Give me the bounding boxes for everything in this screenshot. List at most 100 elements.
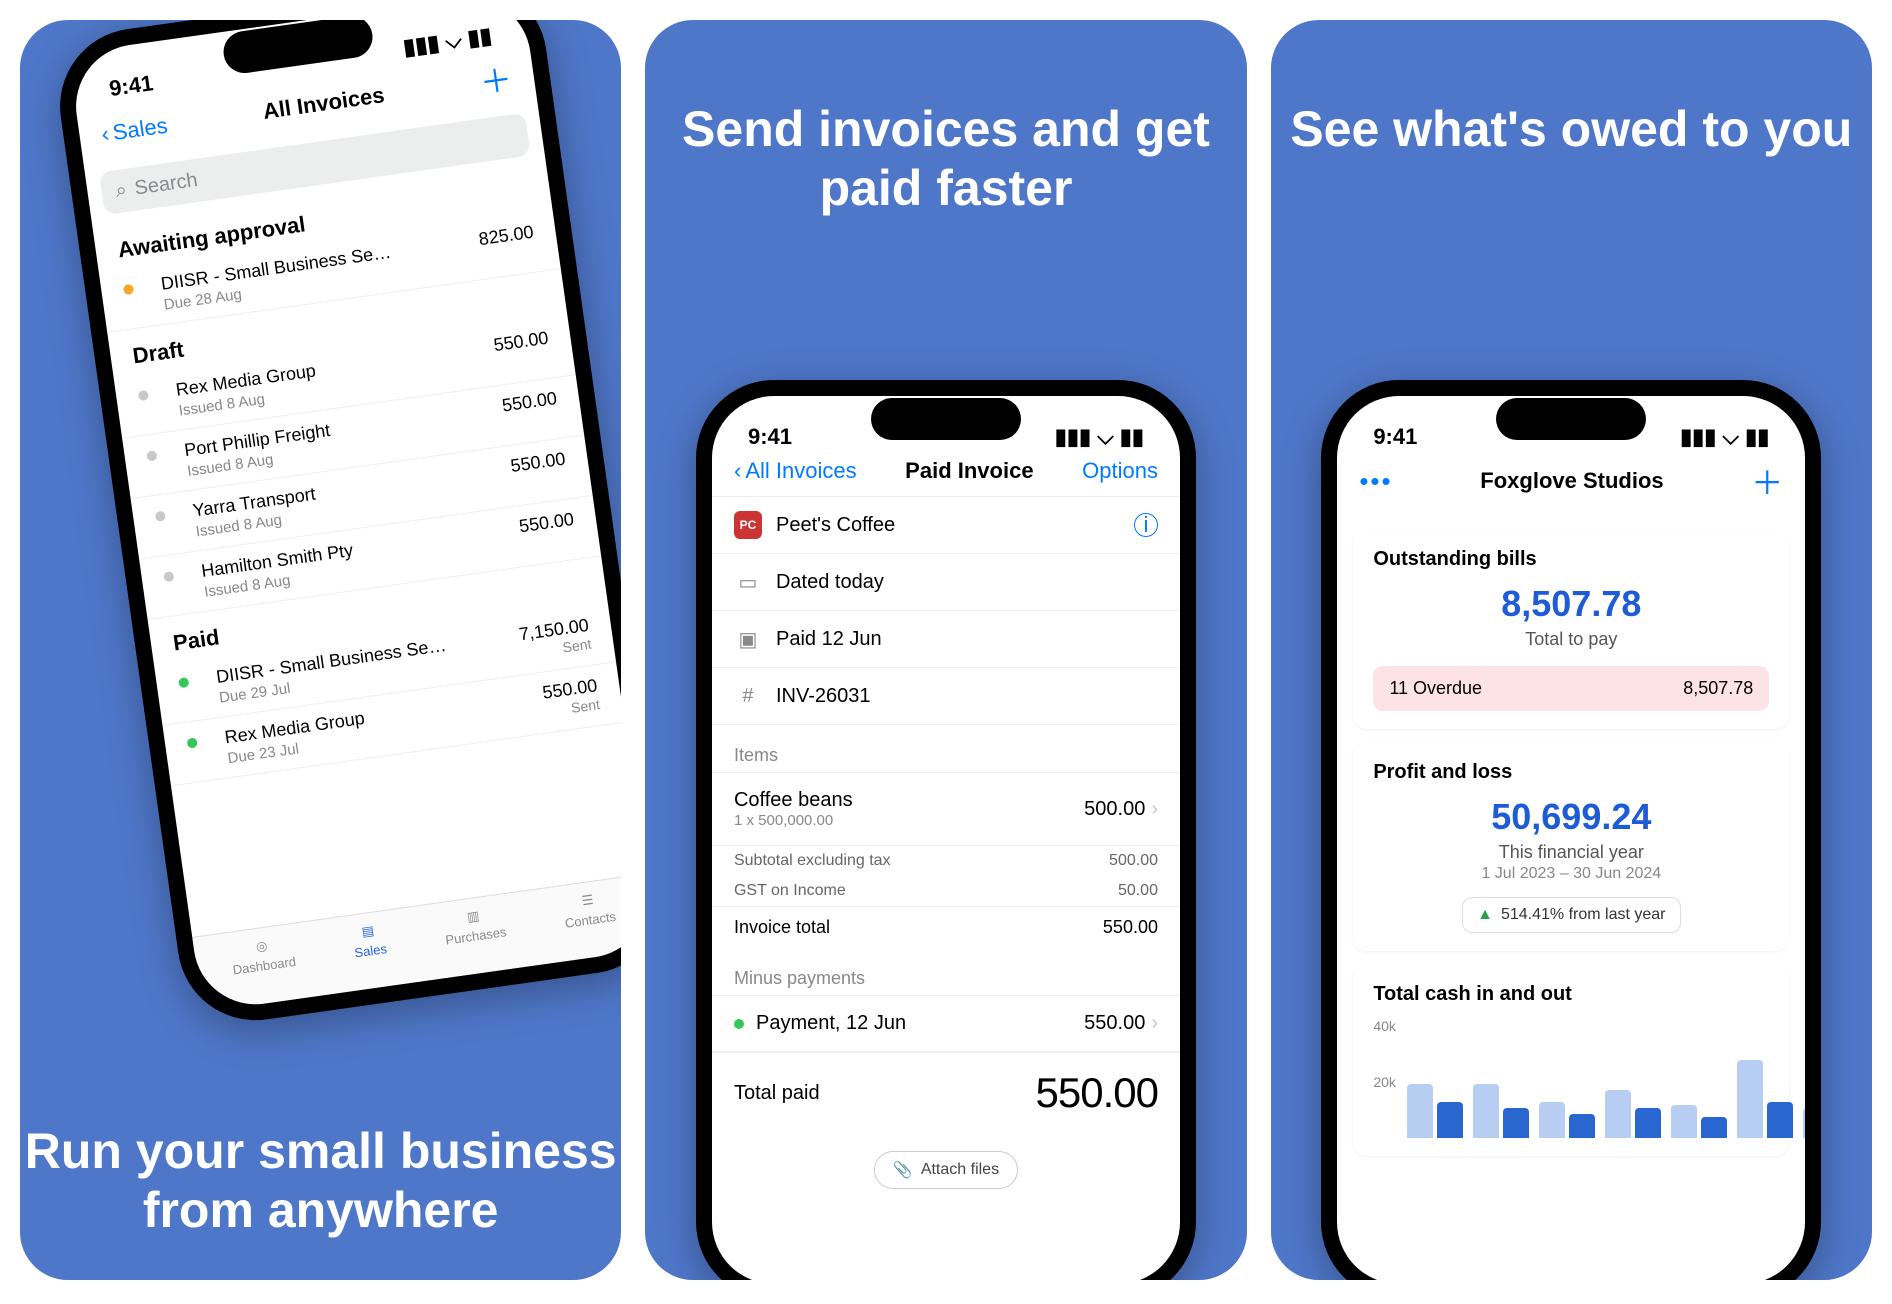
tab-purchases[interactable]: ▥ Purchases	[442, 904, 508, 947]
promo-panel-2: Send invoices and get paid faster 9:41 ▮…	[645, 20, 1246, 1280]
bar-cash-out	[1635, 1108, 1661, 1138]
pl-period: 1 Jul 2023 – 30 Jun 2024	[1373, 865, 1769, 883]
document-icon: ▤	[361, 923, 375, 941]
bar-group	[1671, 1105, 1727, 1138]
invoice-total-value: 550.00	[1103, 917, 1158, 938]
page-title: All Invoices	[261, 82, 386, 125]
overdue-label: 11 Overdue	[1389, 678, 1482, 699]
org-name: Foxglove Studios	[1480, 468, 1663, 494]
bar-cash-out	[1701, 1117, 1727, 1138]
cash-bar-chart: 40k 20k	[1373, 1018, 1769, 1138]
attach-files-button[interactable]: 📎 Attach files	[874, 1151, 1018, 1189]
tab-dashboard[interactable]: ◎ Dashboard	[229, 934, 297, 978]
paperclip-icon: 📎	[893, 1160, 913, 1180]
bills-sub: Total to pay	[1373, 629, 1769, 650]
bills-amount: 8,507.78	[1373, 583, 1769, 625]
chevron-left-icon: ‹	[100, 121, 111, 148]
calendar-check-icon: ▣	[734, 625, 762, 653]
pl-amount: 50,699.24	[1373, 796, 1769, 838]
gst-label: GST on Income	[734, 882, 846, 900]
outstanding-bills-card[interactable]: Outstanding bills 8,507.78 Total to pay …	[1353, 530, 1789, 729]
contacts-icon: ☰	[581, 892, 595, 909]
item-name: Coffee beans	[734, 789, 853, 812]
total-paid-value: 550.00	[1036, 1069, 1158, 1117]
wifi-icon: ⌵	[443, 27, 463, 55]
phone-frame: 9:41 ▮▮▮ ⌵ ▮▮ ‹ All Invoices Paid Invoic…	[696, 380, 1196, 1280]
axis-tick-40: 40k	[1373, 1018, 1396, 1034]
status-dot-icon	[178, 677, 189, 688]
chevron-left-icon: ‹	[734, 458, 741, 484]
paid-date-row[interactable]: ▣ Paid 12 Jun	[712, 611, 1180, 668]
cash-card[interactable]: Total cash in and out 40k 20k	[1353, 965, 1789, 1156]
phone-frame: 9:41 ▮▮▮ ⌵ ▮▮ ‹ Sales All Invoices ＋ ⌕ S…	[50, 20, 621, 1030]
item-amount: 500.00	[1084, 798, 1145, 821]
payment-row[interactable]: Payment, 12 Jun 550.00 ›	[712, 995, 1180, 1052]
items-label: Items	[712, 725, 1180, 772]
status-dot-icon	[187, 737, 198, 748]
bar-cash-in	[1671, 1105, 1697, 1138]
invoice-amount: 550.00	[492, 328, 549, 356]
status-dot-icon	[123, 284, 134, 295]
calendar-icon: ▭	[734, 568, 762, 596]
delta-badge: ▲ 514.41% from last year	[1462, 897, 1680, 933]
search-icon: ⌕	[114, 179, 128, 203]
bar-cash-out	[1569, 1114, 1595, 1138]
item-sub: 1 x 500,000.00	[734, 812, 853, 829]
tab-label: Purchases	[444, 924, 507, 947]
bar-group	[1407, 1084, 1463, 1138]
invoice-number-row[interactable]: # INV-26031	[712, 668, 1180, 725]
bar-cash-out	[1503, 1108, 1529, 1138]
overdue-row[interactable]: 11 Overdue 8,507.78	[1373, 666, 1769, 711]
status-dot-icon	[138, 390, 149, 401]
status-dot-icon	[734, 1019, 744, 1029]
tab-label: Sales	[354, 941, 388, 960]
status-icons: ▮▮▮ ⌵ ▮▮	[1055, 424, 1144, 450]
line-item-row[interactable]: Coffee beans 1 x 500,000.00 500.00 ›	[712, 772, 1180, 846]
status-dot-icon	[155, 511, 166, 522]
info-icon[interactable]: i	[1134, 513, 1158, 537]
dated-label: Dated today	[776, 571, 884, 594]
more-button[interactable]: •••	[1359, 466, 1392, 497]
bar-cash-in	[1407, 1084, 1433, 1138]
phone-notch	[871, 398, 1021, 440]
chevron-right-icon: ›	[1151, 798, 1158, 821]
status-time: 9:41	[1373, 424, 1417, 450]
subtotal-label: Subtotal excluding tax	[734, 852, 891, 870]
options-button[interactable]: Options	[1082, 458, 1158, 484]
add-button[interactable]: ＋	[477, 54, 515, 104]
contact-row[interactable]: PC Peet's Coffee i	[712, 497, 1180, 554]
bar-cash-out	[1767, 1102, 1793, 1138]
bar-group	[1473, 1084, 1529, 1138]
pl-sub: This financial year	[1373, 842, 1769, 863]
contact-avatar: PC	[734, 511, 762, 539]
panel-tagline: Run your small business from anywhere	[20, 1122, 621, 1240]
signal-icon: ▮▮▮	[1680, 424, 1716, 450]
bar-cash-in	[1803, 1108, 1805, 1138]
back-button[interactable]: ‹ All Invoices	[734, 458, 857, 484]
tab-contacts[interactable]: ☰ Contacts	[561, 889, 617, 931]
back-label: Sales	[111, 113, 169, 146]
bar-group	[1539, 1102, 1595, 1138]
status-dot-icon	[163, 571, 174, 582]
card-title: Profit and loss	[1373, 761, 1769, 784]
chevron-right-icon: ›	[1151, 1012, 1158, 1035]
search-placeholder: Search	[133, 169, 199, 201]
tab-sales[interactable]: ▤ Sales	[351, 921, 388, 960]
gst-row: GST on Income 50.00	[712, 876, 1180, 906]
wifi-icon: ⌵	[1722, 424, 1739, 450]
invoice-total-row: Invoice total 550.00	[712, 906, 1180, 948]
add-button[interactable]: ＋	[1751, 458, 1783, 504]
panel-tagline: Send invoices and get paid faster	[645, 100, 1246, 218]
date-row[interactable]: ▭ Dated today	[712, 554, 1180, 611]
battery-icon: ▮▮	[1745, 424, 1769, 450]
subtotal-row: Subtotal excluding tax 500.00	[712, 846, 1180, 876]
invoice-total-label: Invoice total	[734, 917, 830, 938]
triangle-up-icon: ▲	[1477, 906, 1493, 924]
tab-label: Dashboard	[232, 954, 297, 978]
back-button[interactable]: ‹ Sales	[100, 113, 169, 148]
dashboard-icon: ◎	[255, 938, 268, 955]
screen-all-invoices: 9:41 ▮▮▮ ⌵ ▮▮ ‹ Sales All Invoices ＋ ⌕ S…	[68, 20, 621, 1012]
subtotal-value: 500.00	[1109, 852, 1158, 870]
screen-dashboard: 9:41 ▮▮▮ ⌵ ▮▮ ••• Foxglove Studios ＋ Out…	[1337, 396, 1805, 1280]
profit-loss-card[interactable]: Profit and loss 50,699.24 This financial…	[1353, 743, 1789, 951]
